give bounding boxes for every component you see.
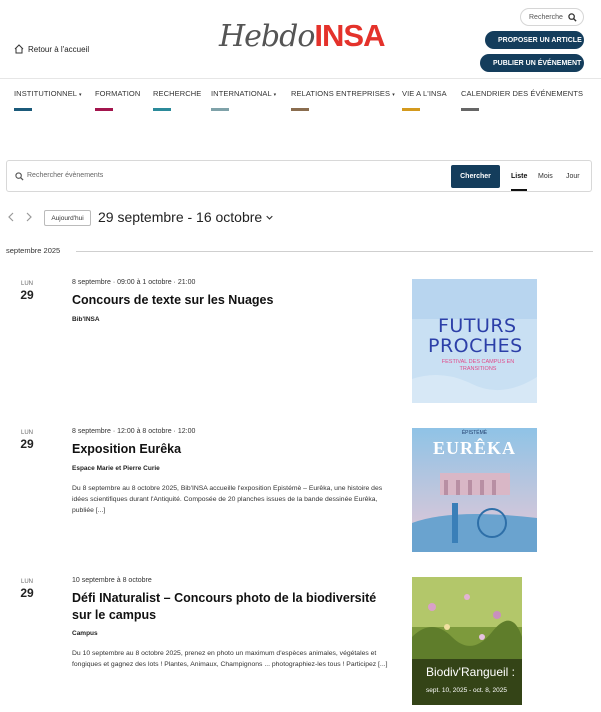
event-description: Du 10 septembre au 8 octobre 2025, prene… (72, 650, 388, 668)
site-logo[interactable]: Hebdo INSA (219, 18, 385, 54)
event-datetime: 10 septembre à 8 octobre (72, 577, 152, 584)
nav-item-calendrier[interactable]: CALENDRIER DES ÉVÉNEMENTS (461, 89, 584, 111)
chevron-left-icon[interactable] (6, 212, 16, 222)
view-month-tab[interactable]: Mois (538, 173, 553, 180)
nav-item-relations-entreprises[interactable]: RELATIONS ENTREPRISES ▾ (291, 89, 395, 111)
nav-color-bar (153, 108, 171, 111)
view-day-tab[interactable]: Jour (566, 173, 580, 180)
month-separator: septembre 2025 (6, 246, 593, 258)
event-item: LUN 29 8 septembre · 09:00 à 1 octobre ·… (0, 279, 601, 404)
chevron-right-icon[interactable] (24, 212, 34, 222)
propose-article-label: PROPOSER UN ARTICLE (498, 36, 582, 44)
publish-event-label: PUBLIER UN ÉVÉNEMENT (493, 59, 582, 67)
event-date: LUN 29 (18, 579, 36, 600)
image-caption: PROCHES (428, 335, 523, 357)
event-datetime: 8 septembre · 12:00 à 8 octobre · 12:00 (72, 428, 196, 435)
month-label: septembre 2025 (6, 246, 61, 255)
nav-item-recherche[interactable]: RECHERCHE (153, 89, 202, 111)
event-date: LUN 29 (18, 430, 36, 451)
event-day-of-week: LUN (20, 579, 33, 585)
propose-article-button[interactable]: PROPOSER UN ARTICLE (485, 31, 584, 49)
event-search-bar: Rechercher évènements Chercher Liste Moi… (6, 160, 592, 192)
event-venue: Bib'INSA (72, 316, 100, 323)
image-caption: EURÊKA (432, 438, 516, 458)
nav-item-vie-insa[interactable]: VIE A L'INSA (402, 89, 447, 111)
event-day-of-week: LUN (20, 430, 33, 436)
view-list-label: Liste (511, 173, 528, 180)
nav-item-label: INTERNATIONAL (211, 89, 272, 98)
event-title-link[interactable]: Exposition Eurêka (72, 441, 392, 458)
image-caption: sept. 10, 2025 - oct. 8, 2025 (426, 687, 507, 694)
nav-item-label: FORMATION (95, 89, 141, 98)
site-header: Retour à l'accueil Hebdo INSA Recherche P… (0, 0, 601, 78)
home-link[interactable]: Retour à l'accueil (14, 44, 89, 54)
date-range-label: 29 septembre - 16 octobre (98, 209, 263, 225)
divider (76, 251, 593, 252)
home-icon (14, 44, 24, 54)
nav-color-bar (95, 108, 113, 111)
nav-color-bar (211, 108, 229, 111)
event-item: LUN 29 10 septembre à 8 octobre Défi INa… (0, 577, 601, 712)
chevron-down-icon: ▾ (78, 92, 82, 98)
logo-insa: INSA (314, 18, 385, 53)
event-title-link[interactable]: Concours de texte sur les Nuages (72, 292, 392, 309)
event-day-of-week: LUN (20, 281, 33, 287)
image-caption: FESTIVAL DES CAMPUS EN TRANSITIONS (441, 359, 515, 372)
logo-hebdo: Hebdo (219, 19, 315, 54)
nav-item-international[interactable]: INTERNATIONAL ▾ (211, 89, 277, 111)
nav-item-label: INSTITUTIONNEL (14, 89, 77, 98)
chevron-down-icon: ▾ (273, 92, 277, 98)
nav-item-label: RECHERCHE (153, 89, 202, 98)
image-caption: ÉPISTÉMÈ (461, 430, 488, 436)
nav-item-label: CALENDRIER DES ÉVÉNEMENTS (461, 89, 584, 98)
event-venue: Campus (72, 630, 98, 637)
event-date: LUN 29 (18, 281, 36, 302)
image-caption: FUTURS (438, 315, 517, 337)
nav-item-label: VIE A L'INSA (402, 89, 447, 98)
chevron-down-icon: ▾ (392, 92, 395, 98)
event-day-number: 29 (20, 586, 34, 600)
nav-color-bar (291, 108, 309, 111)
site-search-label: Recherche (529, 13, 563, 21)
nav-color-bar (14, 108, 32, 111)
publish-event-button[interactable]: PUBLIER UN ÉVÉNEMENT (480, 54, 584, 72)
event-datetime: 8 septembre · 09:00 à 1 octobre · 21:00 (72, 279, 196, 286)
event-day-number: 29 (20, 437, 34, 451)
nav-color-bar (461, 108, 479, 111)
event-image[interactable]: FUTURS PROCHES FESTIVAL DES CAMPUS EN TR… (412, 279, 537, 403)
today-button[interactable]: Aujourd'hui (44, 210, 91, 226)
site-search-button[interactable]: Recherche (520, 8, 584, 26)
event-day-number: 29 (20, 288, 34, 302)
main-nav: INSTITUTIONNEL ▾ FORMATION RECHERCHE INT… (0, 78, 601, 111)
nav-item-formation[interactable]: FORMATION (95, 89, 141, 111)
event-venue: Espace Marie et Pierre Curie (72, 465, 160, 472)
nav-item-institutionnel[interactable]: INSTITUTIONNEL ▾ (14, 89, 82, 111)
event-search-input[interactable]: Rechercher évènements (27, 172, 103, 179)
chevron-down-icon (266, 215, 273, 220)
date-navigation: Aujourd'hui 29 septembre - 16 octobre (0, 206, 601, 230)
active-tab-underline (511, 189, 528, 191)
event-description: Du 8 septembre au 8 octobre 2025, Bib'IN… (72, 485, 383, 514)
home-link-label: Retour à l'accueil (28, 44, 90, 54)
search-submit-button[interactable]: Chercher (451, 165, 500, 188)
event-image[interactable]: ÉPISTÉMÈ EURÊKA (412, 428, 537, 552)
date-range-picker[interactable]: 29 septembre - 16 octobre (98, 209, 273, 225)
image-caption: Biodiv'Rangueil : (426, 665, 516, 679)
event-item: LUN 29 8 septembre · 12:00 à 8 octobre ·… (0, 428, 601, 553)
nav-color-bar (402, 108, 420, 111)
event-image[interactable]: Biodiv'Rangueil : sept. 10, 2025 - oct. … (412, 577, 522, 705)
view-list-tab[interactable]: Liste (511, 173, 528, 191)
search-icon (15, 172, 24, 181)
nav-item-label: RELATIONS ENTREPRISES (291, 89, 391, 98)
search-icon (568, 13, 577, 22)
event-title-link[interactable]: Défi INaturalist – Concours photo de la … (72, 590, 392, 624)
